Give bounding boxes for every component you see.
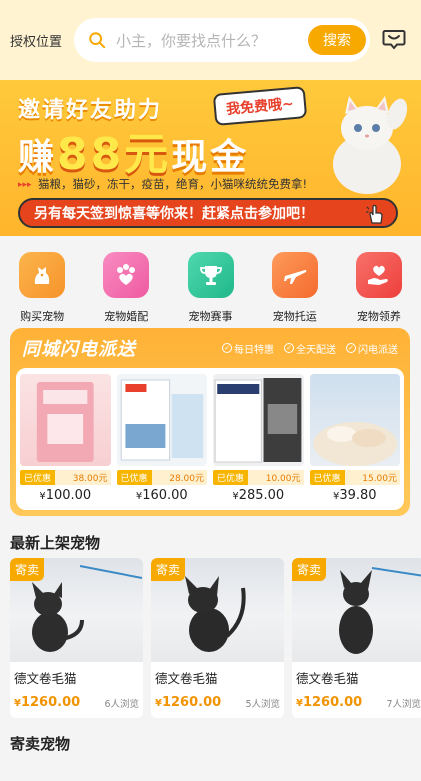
banner-cta-button[interactable]: 另有每天签到惊喜等你来！赶紧点击参加吧！ <box>18 198 398 228</box>
consign-badge: 寄卖 <box>292 558 327 581</box>
product-card[interactable]: 已优惠 28.00元 ¥160.00 <box>116 374 207 504</box>
product-price: ¥285.00 <box>232 488 285 503</box>
pet-card[interactable]: 寄卖 德文卷毛猫 ¥1260.00 6人浏览 <box>10 558 143 718</box>
check-icon: ✓ <box>222 343 232 353</box>
nav-pet-adoption[interactable]: 宠物领养 <box>337 240 421 328</box>
banner-amount-line: 赚88元现金 <box>18 129 250 180</box>
pet-price: ¥1260.00 <box>14 695 81 710</box>
nav-pet-events[interactable]: 宠物赛事 <box>168 240 252 328</box>
pet-name: 德文卷毛猫 <box>296 671 359 686</box>
product-image <box>309 374 400 466</box>
flash-tag: ✓ 全天配送 <box>284 341 336 356</box>
latest-pets-list: 寄卖 德文卷毛猫 ¥1260.00 6人浏览 寄卖 德文卷毛猫 ¥1260.00… <box>10 558 421 718</box>
product-image <box>116 374 207 466</box>
trophy-icon <box>187 252 234 298</box>
latest-pets-title: 最新上架宠物 <box>10 534 101 552</box>
promo-banner[interactable]: 邀请好友助力 赚88元现金 我免费哦~ ▸▸▸ 猫粮，猫砂，冻干，疫苗，绝育，小… <box>0 80 421 236</box>
flash-header: 同城闪电派送 ✓ 每日特惠 ✓ 全天配送 ✓ 闪电派送 <box>16 334 404 362</box>
nav-pet-matching[interactable]: 宠物婚配 <box>84 240 168 328</box>
free-tag: 我免费哦~ <box>212 86 307 126</box>
check-icon: ✓ <box>284 343 294 353</box>
product-image <box>20 374 111 466</box>
product-price: ¥39.80 <box>332 488 377 503</box>
search-bar[interactable]: 小主，你要找点什么？ 搜索 <box>74 18 370 62</box>
plane-icon <box>271 252 318 298</box>
pet-meta: ¥1260.00 6人浏览 <box>14 695 139 710</box>
product-card[interactable]: 已优惠 38.00元 ¥100.00 <box>20 374 111 504</box>
banner-subtitle: 猫粮，猫砂，冻干，疫苗，绝育，小猫咪统统免费拿! <box>38 177 308 191</box>
consign-badge: 寄卖 <box>10 558 45 581</box>
search-button[interactable]: 搜索 <box>308 25 366 55</box>
nav-label: 宠物托运 <box>272 310 317 323</box>
pet-image: 寄卖 <box>10 558 143 662</box>
pet-meta: ¥1260.00 5人浏览 <box>155 695 280 710</box>
product-card[interactable]: 已优惠 15.00元 ¥39.80 <box>309 374 400 504</box>
top-bar: 授权位置 小主，你要找点什么？ 搜索 <box>0 0 421 80</box>
nav-buy-pets[interactable]: 购买宠物 <box>0 240 84 328</box>
arrows-decoration: ▸▸▸ <box>18 180 32 190</box>
hand-pointer-icon <box>366 204 383 224</box>
nav-label: 宠物赛事 <box>188 310 233 323</box>
check-icon: ✓ <box>346 343 356 353</box>
product-price: ¥160.00 <box>135 488 188 503</box>
flash-tag: ✓ 每日特惠 <box>222 341 274 356</box>
pet-price: ¥1260.00 <box>155 695 222 710</box>
pet-views: 5人浏览 <box>245 698 280 710</box>
dog-icon <box>19 252 66 298</box>
coupon-badge: 已优惠 15.00元 <box>309 470 400 485</box>
flash-product-list: 已优惠 38.00元 ¥100.00 已优惠 28.00元 ¥160.00 已优惠 1… <box>16 368 404 510</box>
search-icon <box>89 32 106 49</box>
location-button[interactable]: 授权位置 <box>10 31 64 50</box>
pet-price: ¥1260.00 <box>296 695 363 710</box>
heart-hand-icon <box>355 252 402 298</box>
flash-delivery-section: 同城闪电派送 ✓ 每日特惠 ✓ 全天配送 ✓ 闪电派送 已优惠 38.00元 ¥100.… <box>10 328 410 516</box>
pet-name: 德文卷毛猫 <box>14 671 77 686</box>
pet-views: 7人浏览 <box>386 698 421 710</box>
category-nav: 购买宠物 宠物婚配 宠物赛事 宠物托运 宠物领养 <box>0 240 421 328</box>
cat-illustration <box>333 96 408 194</box>
product-image <box>213 374 304 466</box>
coupon-badge: 已优惠 38.00元 <box>20 470 111 485</box>
coupon-badge: 已优惠 28.00元 <box>116 470 207 485</box>
pet-views: 6人浏览 <box>104 698 139 710</box>
pet-image: 寄卖 <box>151 558 284 662</box>
flash-title: 同城闪电派送 <box>22 339 136 360</box>
nav-label: 购买宠物 <box>20 310 65 323</box>
nav-label: 宠物婚配 <box>104 310 149 323</box>
message-icon[interactable] <box>382 29 406 51</box>
nav-label: 宠物领养 <box>356 310 401 323</box>
pet-name: 德文卷毛猫 <box>155 671 218 686</box>
pet-card[interactable]: 寄卖 德文卷毛猫 ¥1260.00 7人浏览 <box>292 558 421 718</box>
flash-tag: ✓ 闪电派送 <box>346 341 398 356</box>
coupon-badge: 已优惠 10.00元 <box>213 470 304 485</box>
flash-tags: ✓ 每日特惠 ✓ 全天配送 ✓ 闪电派送 <box>222 341 398 356</box>
consign-badge: 寄卖 <box>151 558 186 581</box>
paw-heart-icon <box>103 252 150 298</box>
consign-pets-title: 寄卖宠物 <box>10 735 71 753</box>
pet-card[interactable]: 寄卖 德文卷毛猫 ¥1260.00 5人浏览 <box>151 558 284 718</box>
product-price: ¥100.00 <box>39 488 92 503</box>
product-card[interactable]: 已优惠 10.00元 ¥285.00 <box>213 374 304 504</box>
pet-image: 寄卖 <box>292 558 421 662</box>
pet-meta: ¥1260.00 7人浏览 <box>296 695 421 710</box>
nav-pet-transport[interactable]: 宠物托运 <box>253 240 337 328</box>
search-input[interactable]: 小主，你要找点什么？ <box>116 30 266 51</box>
